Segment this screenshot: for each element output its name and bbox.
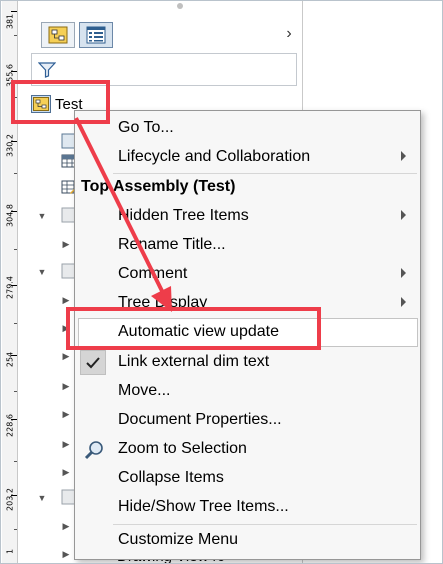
collapsed-arrow-icon[interactable]: ▶ [61,239,71,250]
ruler-label: 381 [5,13,15,30]
annotation-highlight-box [11,80,110,124]
ruler-label: 1 [5,548,15,555]
menu-item-document-properties[interactable]: Document Properties... [75,406,420,435]
window-frame: 381 355.6 330.2 304.8 279.4 254 228.6 20… [0,0,443,564]
menu-item-label: Document Properties... [118,411,282,428]
submenu-arrow-icon [401,297,406,307]
ruler-label: 254 [5,351,15,368]
menu-item-zoom-to-selection[interactable]: Zoom to Selection [75,435,420,464]
menu-item-hide-show-tree-items[interactable]: Hide/Show Tree Items... [75,493,420,522]
menu-separator [113,524,417,525]
ruler-tick [14,323,17,324]
checkmark-icon [80,350,106,375]
ruler-label: 330.2 [5,134,15,157]
menu-header-top-assembly: Top Assembly (Test) [75,173,420,202]
ruler-label: 304.8 [5,204,15,227]
menu-item-move[interactable]: Move... [75,377,420,406]
ruler-label: 203.2 [5,488,15,511]
submenu-arrow-icon [401,151,406,161]
ruler-label: 228.6 [5,414,15,437]
ruler-tick [14,461,17,462]
menu-item-label: Hidden Tree Items [118,207,249,224]
menu-item-label: Move... [118,382,171,399]
menu-item-label: Go To... [118,119,174,136]
chevron-right-icon[interactable]: › [281,25,297,43]
menu-item-link-external-dim-text[interactable]: Link external dim text [75,348,420,377]
collapsed-arrow-icon[interactable]: ▶ [61,521,71,532]
menu-item-rename-title[interactable]: Rename Title... [75,231,420,260]
collapsed-arrow-icon[interactable]: ▶ [61,351,71,362]
menu-item-customize-menu[interactable]: Customize Menu [75,526,420,555]
menu-item-label: Customize Menu [118,531,239,548]
menu-item-label: Link external dim text [118,353,270,370]
collapsed-arrow-icon[interactable]: ▶ [61,295,71,306]
pane-tabs: › [27,19,299,51]
menu-item-label: Collapse Items [118,469,224,486]
collapsed-arrow-icon[interactable]: ▶ [61,467,71,478]
menu-item-lifecycle[interactable]: Lifecycle and Collaboration [75,143,420,172]
property-list-icon [86,26,106,44]
submenu-arrow-icon [401,268,406,278]
ruler-tick [14,249,17,250]
pane-grip[interactable] [177,3,183,9]
filter-icon [38,62,56,78]
menu-item-label: Top Assembly (Test) [81,178,236,195]
menu-item-hidden-tree-items[interactable]: Hidden Tree Items [75,202,420,231]
expand-arrow-icon[interactable]: ▼ [37,493,47,503]
annotation-highlight-box [66,307,321,350]
collapsed-arrow-icon[interactable]: ▶ [61,439,71,450]
collapsed-arrow-icon[interactable]: ▶ [61,409,71,420]
tab-feature-manager[interactable] [41,22,75,48]
menu-item-label: Comment [118,265,188,282]
ruler-tick [14,173,17,174]
expand-arrow-icon[interactable]: ▼ [37,211,47,221]
ruler-label: 279.4 [5,276,15,299]
collapsed-arrow-icon[interactable]: ▶ [61,381,71,392]
menu-item-label: Hide/Show Tree Items... [118,498,289,515]
menu-item-comment[interactable]: Comment [75,260,420,289]
zoom-icon [84,441,103,460]
tab-property-manager[interactable] [79,22,113,48]
menu-item-label: Rename Title... [118,236,226,253]
menu-item-label: Lifecycle and Collaboration [118,148,311,165]
feature-tree-icon [48,26,68,44]
ruler-tick [14,391,17,392]
menu-item-go-to[interactable]: Go To... [75,114,420,143]
menu-item-collapse-items[interactable]: Collapse Items [75,464,420,493]
expand-arrow-icon[interactable]: ▼ [37,267,47,277]
menu-item-label: Zoom to Selection [118,440,247,457]
submenu-arrow-icon [401,210,406,220]
